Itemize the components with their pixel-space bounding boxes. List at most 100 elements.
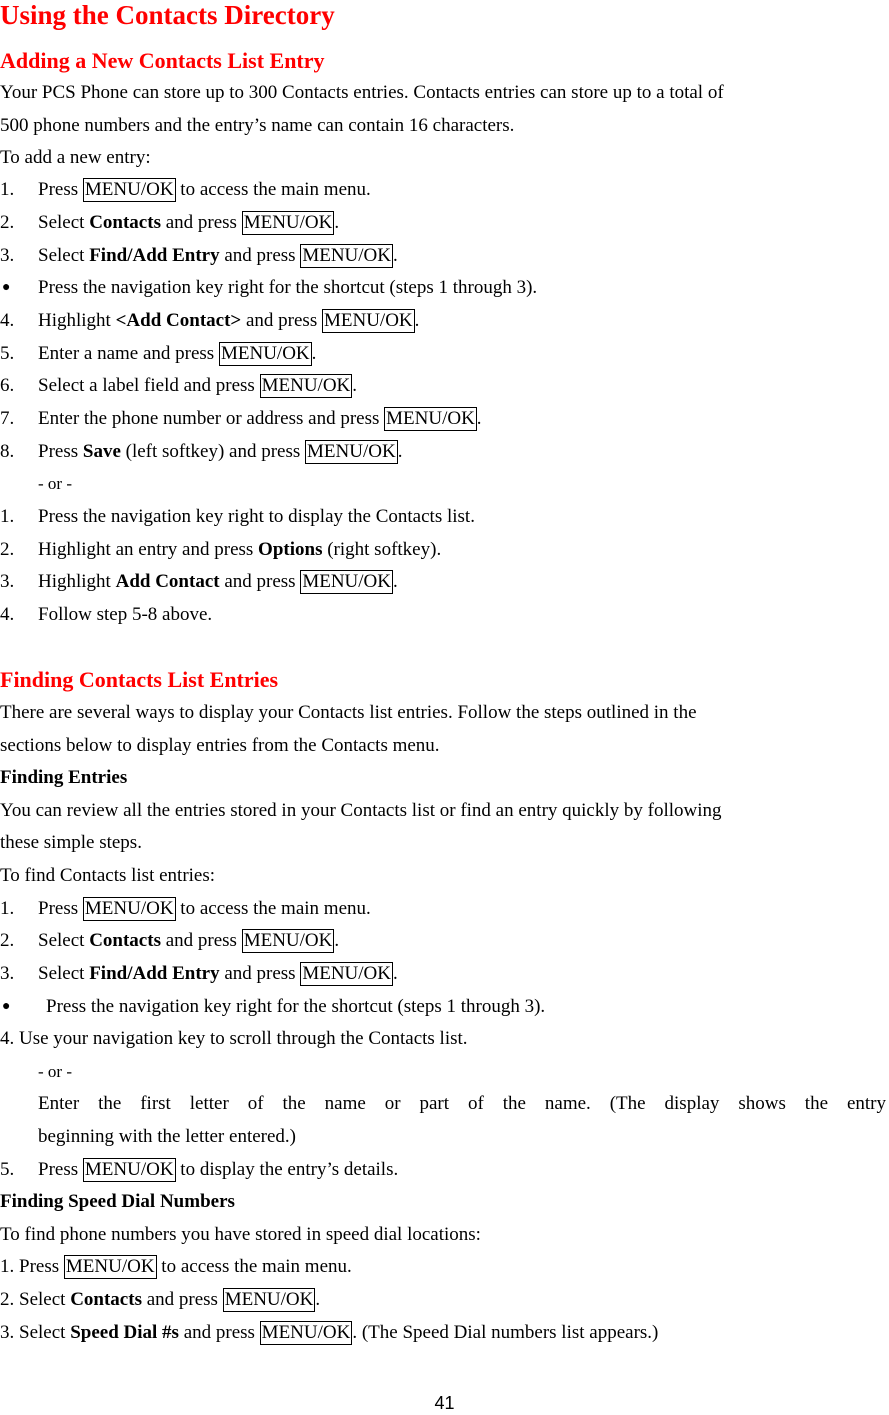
enter-letter-text: beginning with the letter entered.) [38,1126,296,1147]
section-heading-finding: Finding Contacts List Entries [0,667,279,692]
menu-ok-key: MENU/OK [300,244,393,268]
step-item: 3. Select Speed Dial #s and press MENU/O… [0,1321,889,1345]
step-text: Select [38,930,90,951]
desc-text: You can review all the entries stored in… [0,800,722,821]
subheading-finding-entries: Finding Entries [0,767,128,788]
menu-ok-key: MENU/OK [82,897,176,921]
step-number: 3. [0,1322,19,1343]
menu-ok-key: MENU/OK [384,407,477,431]
intro-text: 500 phone numbers and the entry’s name c… [0,115,515,136]
step-text: to access the main menu. [175,179,371,200]
menu-option: Speed Dial #s [70,1322,179,1343]
step-number: 1. [0,506,15,527]
step-item: 5. Enter a name and press MENU/OK. [0,342,889,366]
step-text: Select [38,212,90,233]
menu-ok-key: MENU/OK [218,342,312,366]
step-number: 3. [0,245,15,266]
menu-ok-key: MENU/OK [305,440,398,464]
menu-option: Contacts [70,1289,142,1310]
step-number: 7. [0,408,15,429]
step-item: 2. Select Contacts and press MENU/OK. [0,929,889,953]
step-text: Enter a name and press [38,343,219,364]
step-text: . [352,375,358,396]
step-item: 1. Press MENU/OK to access the main menu. [0,897,889,921]
step-number: 4. [0,310,15,331]
step-text: . [476,408,482,429]
step-number: 6. [0,375,15,396]
menu-ok-key: MENU/OK [82,1158,176,1182]
step-text: (right softkey). [322,539,442,560]
step-number: 2. [0,539,15,560]
to-find-label: To find Contacts list entries: [0,865,216,886]
step-text: Press [38,1159,83,1180]
desc-text: these simple steps. [0,832,142,853]
bullet-icon: ● [2,999,11,1014]
step-text: Select [38,963,90,984]
step-text: Highlight [38,571,116,592]
subheading-speed-dial: Finding Speed Dial Numbers [0,1191,235,1212]
step-number: 5. [0,1159,15,1180]
step-number: 2. [0,212,15,233]
step-item: 7. Enter the phone number or address and … [0,407,889,431]
step-item: 8. Press Save (left softkey) and press ME… [0,440,889,464]
step-text: . [315,1289,321,1310]
to-add-label: To add a new entry: [0,147,151,168]
step-text: Select [38,245,90,266]
menu-option: Add Contact [115,571,220,592]
step-text: Press [19,1256,64,1277]
step-text: Enter the phone number or address and pr… [38,408,385,429]
step-text: to access the main menu. [156,1256,352,1277]
step-text: Press the navigation key right for the s… [46,996,546,1017]
step-text: . (The Speed Dial numbers list appears.) [352,1322,659,1343]
menu-option: Find/Add Entry [89,245,220,266]
step-number: 2. [0,1289,19,1310]
step-text: . [393,963,398,984]
step-item: 1. Press the navigation key right to disp… [0,505,889,529]
step-text: Press [38,179,83,200]
step-text: and press [219,571,301,592]
step-text: . [414,310,420,331]
step-text: . [393,245,398,266]
or-separator: - or - [38,1062,72,1081]
step-item: 1. Press MENU/OK to access the main menu. [0,178,889,202]
step-text: . [334,212,340,233]
step-number: 5. [0,343,15,364]
step-text: Select [19,1289,71,1310]
step-number: 2. [0,930,15,951]
step-item: 5. Press MENU/OK to display the entry’s d… [0,1158,889,1182]
step-number: 1. [0,179,15,200]
step-item: ● Press the navigation key right for the … [0,995,889,1019]
menu-option: Contacts [89,930,161,951]
menu-option: Save [82,441,121,462]
menu-ok-key: MENU/OK [63,1255,157,1279]
step-number: 4. [0,604,15,625]
intro-text: There are several ways to display your C… [0,702,697,723]
step-number: 3. [0,963,15,984]
step-text: and press [219,963,301,984]
step-text: . [397,441,403,462]
enter-letter-text: Enter the first letter of the name or pa… [38,1093,886,1114]
bullet-icon: ● [2,280,11,295]
menu-option: Options [258,539,323,560]
menu-option: Contacts [89,212,161,233]
step-number: 3. [0,571,15,592]
step-item: 1. Press MENU/OK to access the main menu… [0,1255,889,1279]
step-item: 3. Select Find/Add Entry and press MENU/O… [0,962,889,986]
step-item: ● Press the navigation key right for the … [0,276,889,300]
intro-text: sections below to display entries from t… [0,735,440,756]
page-title: Using the Contacts Directory [0,0,335,30]
menu-ok-key: MENU/OK [300,570,393,594]
step-text: to access the main menu. [175,898,371,919]
menu-ok-key: MENU/OK [321,309,415,333]
step-text: Press [38,898,83,919]
step-text: and press [219,245,301,266]
section-heading-adding: Adding a New Contacts List Entry [0,48,325,73]
menu-ok-key: MENU/OK [259,1321,353,1345]
menu-option: Find/Add Entry [89,963,220,984]
step-text: . [334,930,340,951]
step-text: and press [241,310,322,331]
menu-ok-key: MENU/OK [300,962,393,986]
step-text: and press [160,930,242,951]
step-number: 8. [0,441,15,462]
step-text: Press the navigation key right to displa… [38,506,475,527]
